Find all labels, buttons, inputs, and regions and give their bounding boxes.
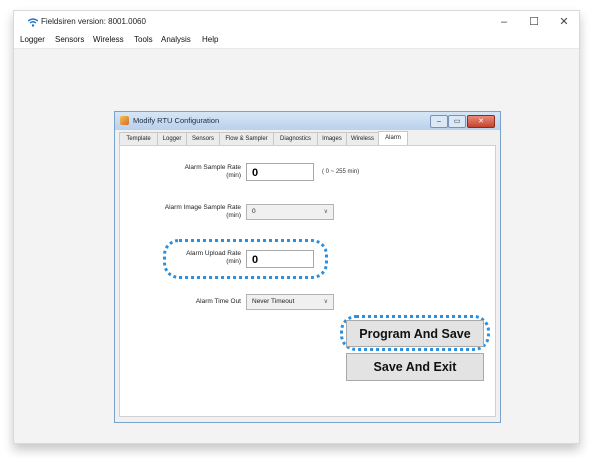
menu-logger[interactable]: Logger bbox=[20, 35, 45, 44]
alarm-image-sample-rate-select[interactable]: 0 ∨ bbox=[246, 204, 334, 220]
alarm-sample-rate-unit: (min) bbox=[226, 172, 241, 179]
tab-flow-sampler[interactable]: Flow & Sampler bbox=[219, 132, 274, 145]
modify-rtu-dialog: Modify RTU Configuration – ▭ ✕ Template … bbox=[114, 111, 501, 423]
menu-tools[interactable]: Tools bbox=[134, 35, 153, 44]
alarm-upload-rate-label: Alarm Upload Rate (min) bbox=[160, 250, 241, 266]
alarm-image-sample-rate-value: 0 bbox=[252, 208, 256, 215]
tab-sensors[interactable]: Sensors bbox=[186, 132, 220, 145]
menu-sensors[interactable]: Sensors bbox=[55, 35, 84, 44]
tab-diagnostics[interactable]: Diagnostics bbox=[273, 132, 318, 145]
alarm-sample-rate-label-text: Alarm Sample Rate bbox=[184, 164, 241, 171]
alarm-time-out-value: Never Timeout bbox=[252, 298, 295, 305]
menu-analysis[interactable]: Analysis bbox=[161, 35, 191, 44]
alarm-upload-rate-label-text: Alarm Upload Rate bbox=[186, 250, 241, 257]
close-button[interactable]: ✕ bbox=[550, 13, 578, 31]
dialog-title: Modify RTU Configuration bbox=[133, 116, 220, 125]
menu-help[interactable]: Help bbox=[202, 35, 218, 44]
dialog-title-bar: Modify RTU Configuration – ▭ ✕ bbox=[115, 112, 500, 130]
wifi-icon bbox=[28, 18, 38, 27]
alarm-panel: Alarm Sample Rate (min) 0 ( 0 ~ 255 min)… bbox=[119, 145, 496, 417]
alarm-sample-rate-label: Alarm Sample Rate (min) bbox=[148, 164, 241, 180]
alarm-sample-rate-hint: ( 0 ~ 255 min) bbox=[322, 169, 360, 175]
alarm-upload-rate-input[interactable]: 0 bbox=[246, 250, 314, 268]
app-icon bbox=[120, 116, 129, 125]
title-bar: Fieldsiren version: 8001.0060 – ☐ ✕ bbox=[14, 11, 579, 33]
menu-wireless[interactable]: Wireless bbox=[93, 35, 124, 44]
alarm-image-sample-rate-unit: (min) bbox=[226, 212, 241, 219]
dialog-minimize-button[interactable]: – bbox=[430, 115, 448, 128]
chevron-down-icon: ∨ bbox=[323, 209, 328, 215]
chevron-down-icon: ∨ bbox=[323, 299, 328, 305]
alarm-time-out-select[interactable]: Never Timeout ∨ bbox=[246, 294, 334, 310]
tab-images[interactable]: Images bbox=[317, 132, 347, 145]
menu-bar: Logger Sensors Wireless Tools Analysis H… bbox=[14, 33, 579, 49]
save-and-exit-button[interactable]: Save And Exit bbox=[346, 353, 484, 381]
maximize-button[interactable]: ☐ bbox=[520, 13, 548, 31]
app-window: Fieldsiren version: 8001.0060 – ☐ ✕ Logg… bbox=[13, 10, 580, 444]
alarm-upload-rate-unit: (min) bbox=[226, 258, 241, 265]
alarm-time-out-label: Alarm Time Out bbox=[195, 298, 241, 305]
tab-alarm[interactable]: Alarm bbox=[378, 131, 408, 146]
alarm-image-sample-rate-label-text: Alarm Image Sample Rate bbox=[164, 204, 241, 211]
program-and-save-button[interactable]: Program And Save bbox=[346, 320, 484, 347]
alarm-sample-rate-input[interactable]: 0 bbox=[246, 163, 314, 181]
dialog-maximize-button[interactable]: ▭ bbox=[448, 115, 466, 128]
dialog-close-button[interactable]: ✕ bbox=[467, 115, 495, 128]
alarm-image-sample-rate-label: Alarm Image Sample Rate (min) bbox=[120, 204, 241, 220]
tab-template[interactable]: Template bbox=[119, 132, 158, 145]
tab-logger[interactable]: Logger bbox=[157, 132, 187, 145]
minimize-button[interactable]: – bbox=[490, 13, 518, 31]
window-title: Fieldsiren version: 8001.0060 bbox=[41, 17, 146, 26]
tab-wireless[interactable]: Wireless bbox=[346, 132, 379, 145]
